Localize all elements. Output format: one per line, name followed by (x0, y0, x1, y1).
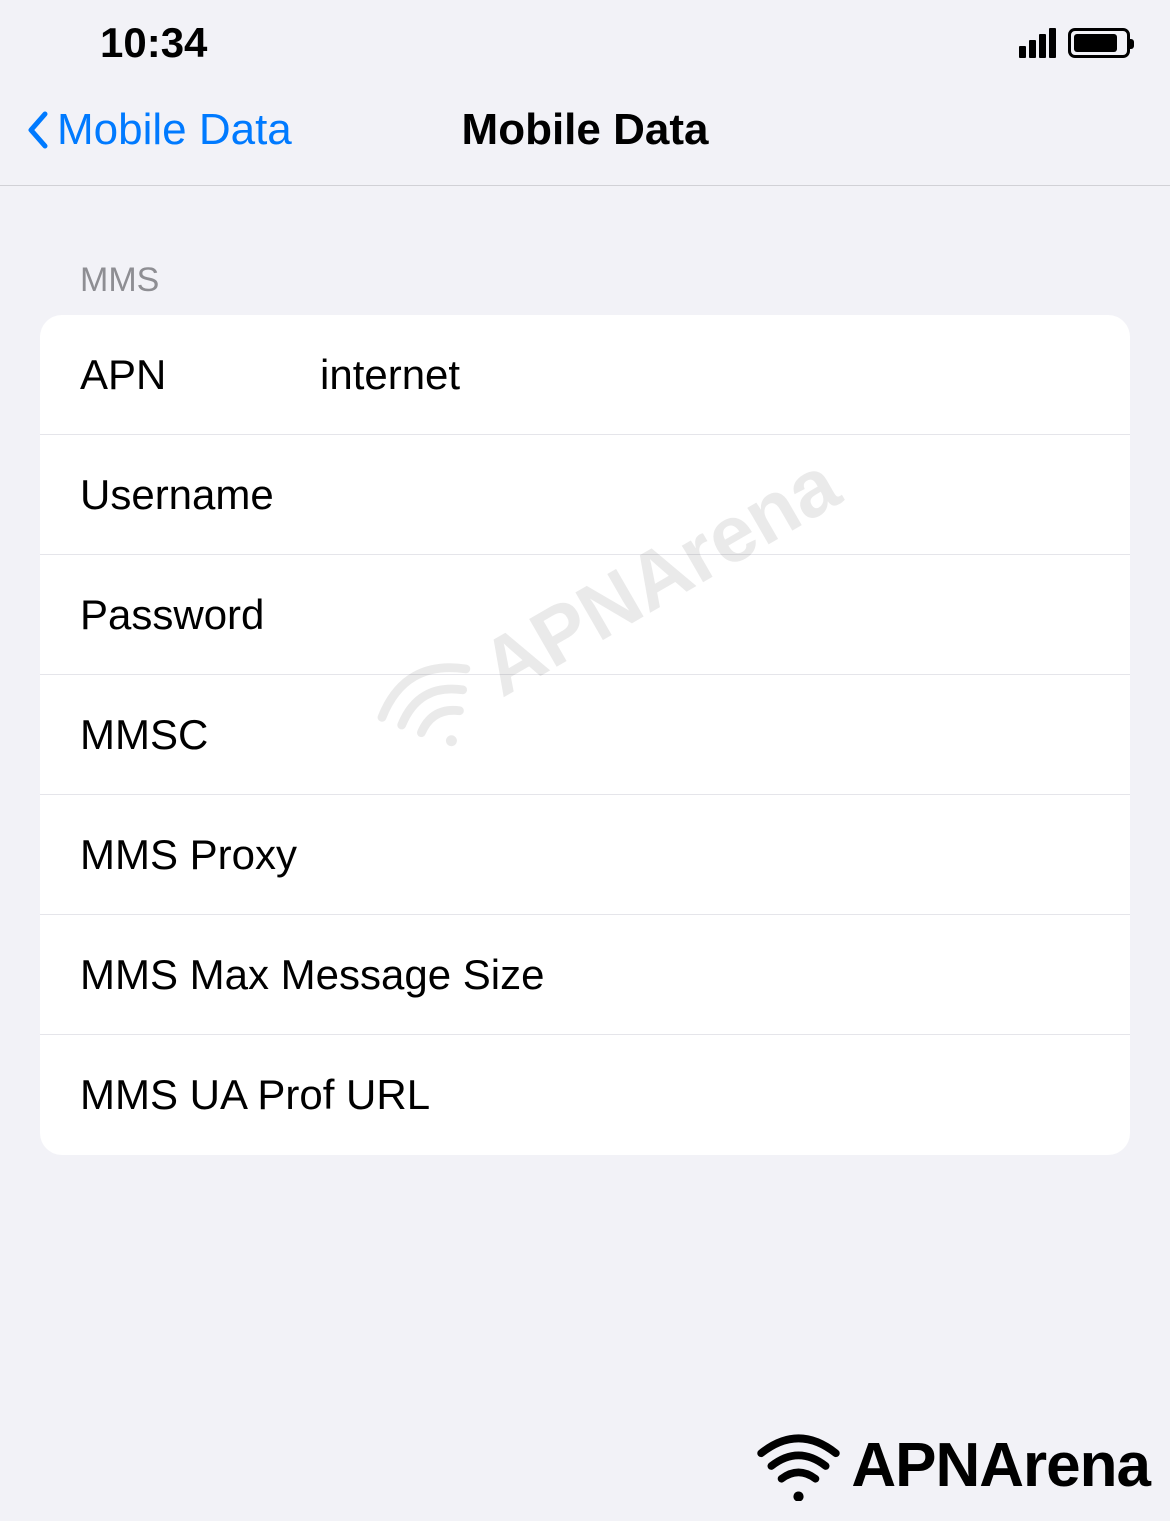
mms-proxy-row[interactable]: MMS Proxy (40, 795, 1130, 915)
apn-input[interactable] (320, 351, 1090, 399)
status-indicators (1019, 28, 1130, 58)
mms-ua-prof-label: MMS UA Prof URL (80, 1071, 430, 1119)
navigation-header: Mobile Data Mobile Data (0, 75, 1170, 186)
mms-max-size-label: MMS Max Message Size (80, 951, 544, 999)
mms-max-size-row[interactable]: MMS Max Message Size (40, 915, 1130, 1035)
watermark-bottom: APNArena (756, 1430, 1150, 1501)
mms-max-size-input[interactable] (544, 951, 1090, 999)
mms-settings-group: APN Username Password MMSC MMS Proxy MMS… (40, 315, 1130, 1155)
mms-ua-prof-input[interactable] (430, 1071, 1090, 1119)
back-button-label: Mobile Data (57, 105, 292, 155)
mms-proxy-input[interactable] (320, 831, 1090, 879)
apn-row[interactable]: APN (40, 315, 1130, 435)
wifi-icon (756, 1431, 841, 1501)
mms-proxy-label: MMS Proxy (80, 831, 320, 879)
username-row[interactable]: Username (40, 435, 1130, 555)
status-time: 10:34 (100, 19, 207, 67)
page-title: Mobile Data (462, 105, 709, 155)
password-label: Password (80, 591, 320, 639)
cellular-signal-icon (1019, 28, 1056, 58)
back-button[interactable]: Mobile Data (25, 105, 292, 155)
username-label: Username (80, 471, 320, 519)
status-bar: 10:34 (0, 0, 1170, 75)
mmsc-label: MMSC (80, 711, 320, 759)
mmsc-row[interactable]: MMSC (40, 675, 1130, 795)
mms-ua-prof-row[interactable]: MMS UA Prof URL (40, 1035, 1130, 1155)
username-input[interactable] (320, 471, 1090, 519)
chevron-left-icon (25, 110, 49, 150)
battery-icon (1068, 28, 1130, 58)
password-input[interactable] (320, 591, 1090, 639)
apn-label: APN (80, 351, 320, 399)
password-row[interactable]: Password (40, 555, 1130, 675)
watermark-text: APNArena (851, 1430, 1150, 1501)
mmsc-input[interactable] (320, 711, 1090, 759)
section-header-mms: MMS (0, 186, 1170, 315)
